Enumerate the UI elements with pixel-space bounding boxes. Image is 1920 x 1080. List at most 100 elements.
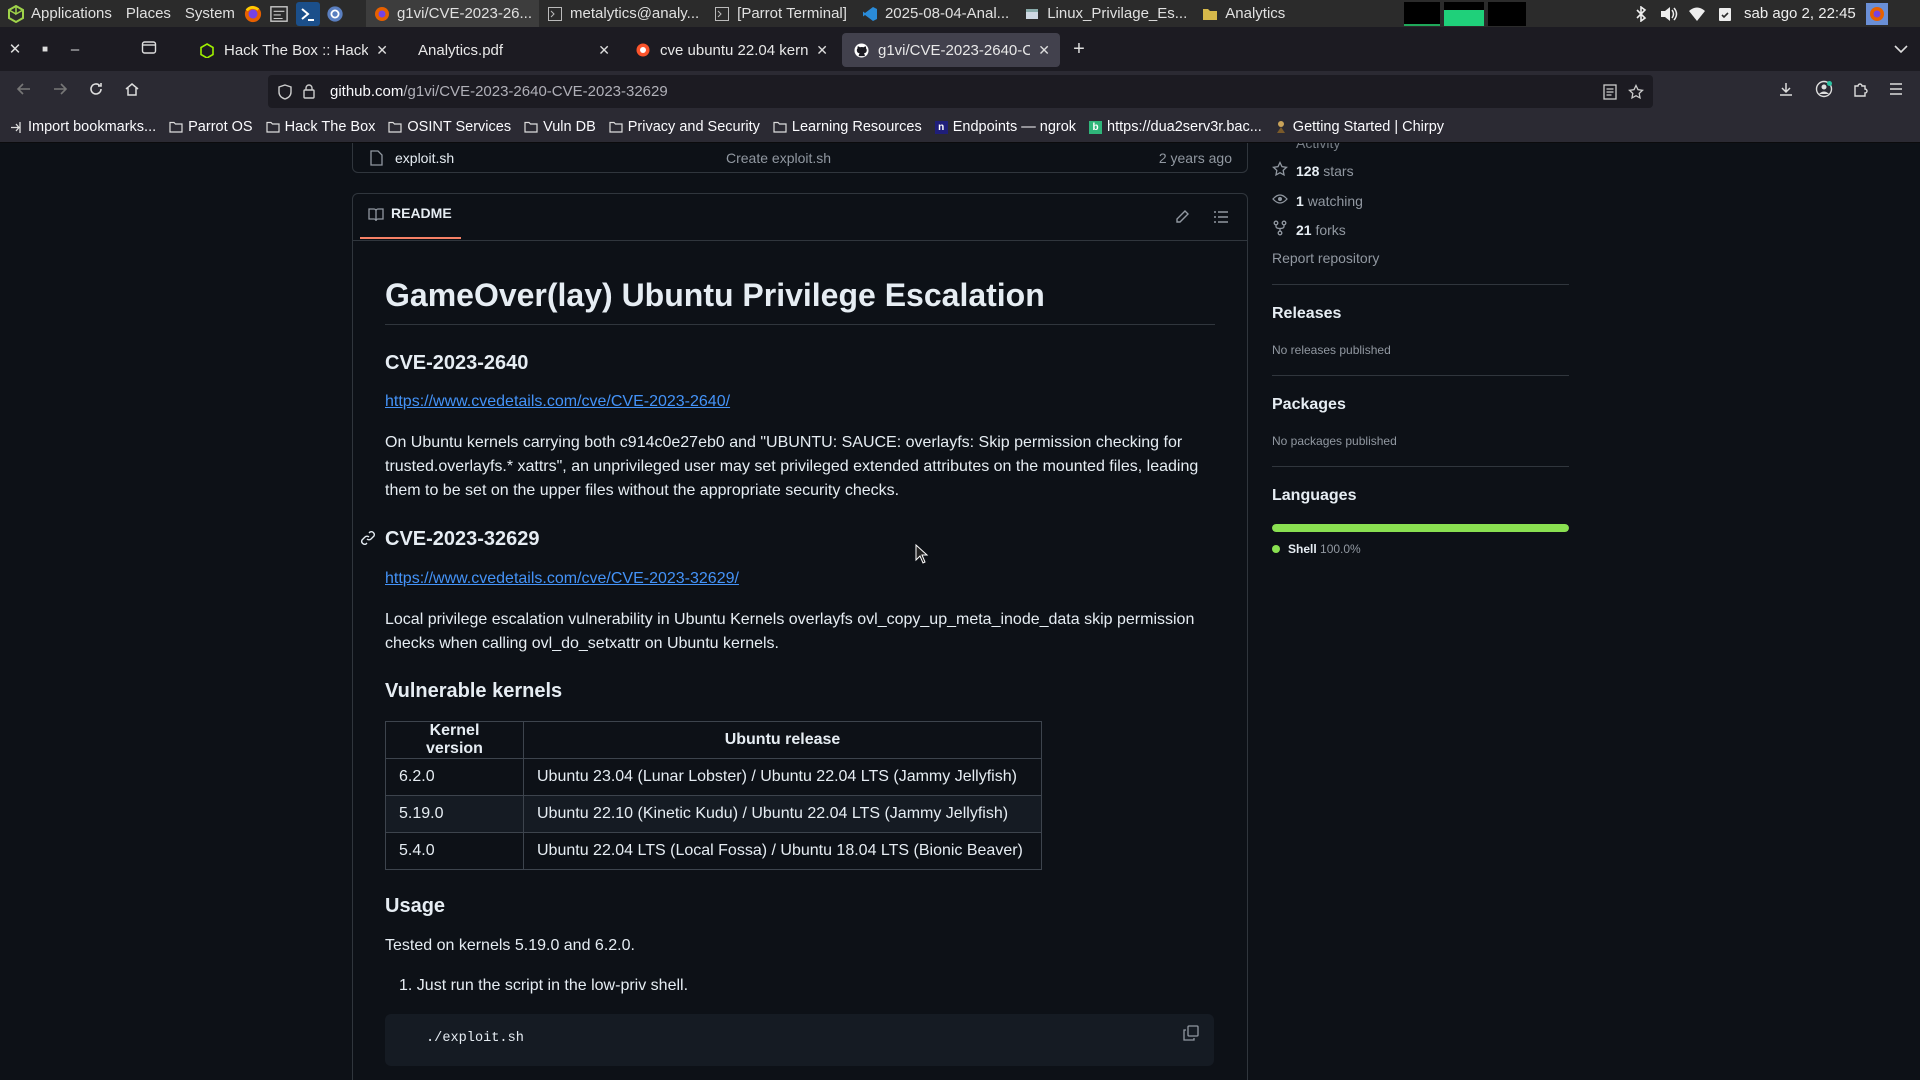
reload-button[interactable] <box>78 76 114 108</box>
bookmark-folder-privacy[interactable]: Privacy and Security <box>609 118 760 136</box>
window-close-button[interactable]: ✕ <box>0 27 30 71</box>
copy-button[interactable] <box>1183 1025 1199 1046</box>
stars-label: stars <box>1323 162 1354 179</box>
sidebar-stars-link[interactable]: 128 stars <box>1272 160 1354 180</box>
sidebar-watching-link[interactable]: 1 watching <box>1272 191 1363 210</box>
sidebar-divider <box>1272 466 1569 467</box>
bookmark-label: Endpoints — ngrok <box>952 119 1077 135</box>
settings-launcher-icon[interactable] <box>326 5 344 23</box>
bookmark-folder-hack-the-box[interactable]: Hack The Box <box>265 118 375 136</box>
window-button-linux-privesc[interactable]: Linux_Privilage_Es... <box>1016 0 1194 27</box>
extensions-button[interactable] <box>1842 76 1878 108</box>
tab-close-icon[interactable]: ✕ <box>376 42 388 59</box>
releases-heading[interactable]: Releases <box>1272 305 1341 323</box>
firefox-view-icon <box>141 39 157 59</box>
packages-heading[interactable]: Packages <box>1272 396 1346 414</box>
table-cell: 5.19.0 <box>385 795 524 833</box>
tab-close-icon[interactable]: ✕ <box>598 42 610 59</box>
text-editor-launcher-icon[interactable] <box>270 5 288 23</box>
bookmark-folder-parrot-os[interactable]: Parrot OS <box>169 118 253 136</box>
bookmark-folder-vuln-db[interactable]: Vuln DB <box>524 118 596 136</box>
sidebar-forks-link[interactable]: 21 forks <box>1272 220 1346 239</box>
clock[interactable]: sab ago 2, 22:45 <box>1744 5 1856 22</box>
wifi-icon[interactable] <box>1688 5 1706 23</box>
readme-tab[interactable]: README <box>360 205 461 239</box>
firefox-tray-icon[interactable] <box>1865 2 1888 25</box>
download-icon <box>1778 81 1794 102</box>
app-menu-button[interactable] <box>1878 76 1914 108</box>
file-name[interactable]: exploit.sh <box>395 150 454 166</box>
list-all-tabs-button[interactable] <box>1886 27 1916 71</box>
bookmark-star-icon[interactable] <box>1627 83 1645 101</box>
terminal-launcher-icon[interactable] <box>295 1 320 26</box>
tab-title: g1vi/CVE-2023-2640-CVE <box>878 41 1031 59</box>
edit-readme-button[interactable] <box>1174 209 1190 230</box>
firefox-launcher-icon[interactable] <box>244 5 262 23</box>
language-dot <box>1272 545 1280 553</box>
pencil-icon <box>1174 210 1190 229</box>
firefox-view-button[interactable] <box>134 27 164 71</box>
cve1-link[interactable]: https://www.cvedetails.com/cve/CVE-2023-… <box>385 393 730 411</box>
address-bar[interactable]: github.com/g1vi/CVE-2023-2640-CVE-2023-3… <box>268 75 1653 108</box>
clipboard-icon[interactable] <box>1716 5 1734 23</box>
table-header: Ubuntu release <box>523 721 1042 759</box>
file-icon <box>370 150 383 169</box>
bookmark-folder-learning[interactable]: Learning Resources <box>773 118 922 136</box>
window-button-parrot-terminal[interactable]: [Parrot Terminal] <box>706 0 854 27</box>
applications-menu[interactable]: Applications <box>0 0 119 27</box>
tab-analytics-pdf[interactable]: Analytics.pdf ✕ <box>402 33 620 67</box>
bluetooth-icon[interactable] <box>1632 5 1650 23</box>
window-button-vscode[interactable]: 2025-08-04-Anal... <box>854 0 1016 27</box>
tab-cve-search[interactable]: cve ubuntu 22.04 kernel 6 ✕ <box>624 33 838 67</box>
memory-graph <box>1444 2 1484 26</box>
file-commit-message[interactable]: Create exploit.sh <box>726 150 831 166</box>
window-button-ssh[interactable]: metalytics@analy... <box>539 0 706 27</box>
shield-icon[interactable] <box>276 83 294 101</box>
tab-close-icon[interactable]: ✕ <box>816 42 828 59</box>
volume-icon[interactable] <box>1660 5 1678 23</box>
tab-hackthebox[interactable]: Hack The Box :: Hack The B ✕ <box>188 33 398 67</box>
tab-title: Analytics.pdf <box>418 41 504 59</box>
list-number: 1. <box>399 977 417 994</box>
places-menu[interactable]: Places <box>119 0 178 27</box>
tab-github-repo[interactable]: g1vi/CVE-2023-2640-CVE ✕ <box>842 33 1060 67</box>
file-row[interactable]: exploit.sh Create exploit.sh 2 years ago <box>368 149 1232 169</box>
bookmark-import[interactable]: Import bookmarks... <box>10 118 156 136</box>
window-minimize-button[interactable]: – <box>60 27 90 71</box>
new-tab-button[interactable]: + <box>1064 27 1094 71</box>
lock-icon[interactable] <box>300 83 318 101</box>
window-button-analytics[interactable]: Analytics <box>1194 0 1292 27</box>
bookmark-label: Learning Resources <box>791 119 922 135</box>
bookmark-dua2serv3r[interactable]: b https://dua2serv3r.bac... <box>1089 119 1262 135</box>
bookmark-label: Parrot OS <box>188 119 253 135</box>
window-title: 2025-08-04-Anal... <box>884 5 1010 22</box>
report-repository-link[interactable]: Report repository <box>1272 250 1379 266</box>
window-maximize-button[interactable]: ■ <box>30 27 60 71</box>
folder-icon <box>169 118 183 136</box>
folder-window-icon <box>1201 5 1219 23</box>
tab-close-icon[interactable]: ✕ <box>1038 42 1050 59</box>
home-button[interactable] <box>114 76 150 108</box>
reader-view-icon[interactable] <box>1601 83 1619 101</box>
account-button[interactable] <box>1806 76 1842 108</box>
outline-button[interactable] <box>1213 209 1229 230</box>
cve2-description: Local privilege escalation vulnerability… <box>385 611 1195 652</box>
window-button-github[interactable]: g1vi/CVE-2023-26... <box>365 0 540 27</box>
forward-button[interactable] <box>42 76 78 108</box>
document-window-icon <box>1023 5 1041 23</box>
downloads-button[interactable] <box>1768 76 1804 108</box>
chevron-down-icon <box>1894 41 1908 58</box>
anchor-link-icon[interactable] <box>360 530 376 551</box>
cve2-link[interactable]: https://www.cvedetails.com/cve/CVE-2023-… <box>385 570 739 588</box>
cve2-heading: CVE-2023-32629 <box>385 528 540 550</box>
plus-icon: + <box>1073 37 1085 60</box>
sidebar-activity-link[interactable]: Activity <box>1272 143 1340 151</box>
language-item-shell[interactable]: Shell 100.0% <box>1272 542 1361 556</box>
bookmark-folder-osint[interactable]: OSINT Services <box>388 118 511 136</box>
system-menu[interactable]: System <box>178 0 242 27</box>
bookmark-chirpy[interactable]: Getting Started | Chirpy <box>1275 118 1444 136</box>
back-button[interactable] <box>6 76 42 108</box>
bookmark-ngrok[interactable]: n Endpoints — ngrok <box>934 119 1077 135</box>
cve1-heading: CVE-2023-2640 <box>385 352 529 374</box>
tab-title: cve ubuntu 22.04 kernel 6 <box>660 41 809 59</box>
